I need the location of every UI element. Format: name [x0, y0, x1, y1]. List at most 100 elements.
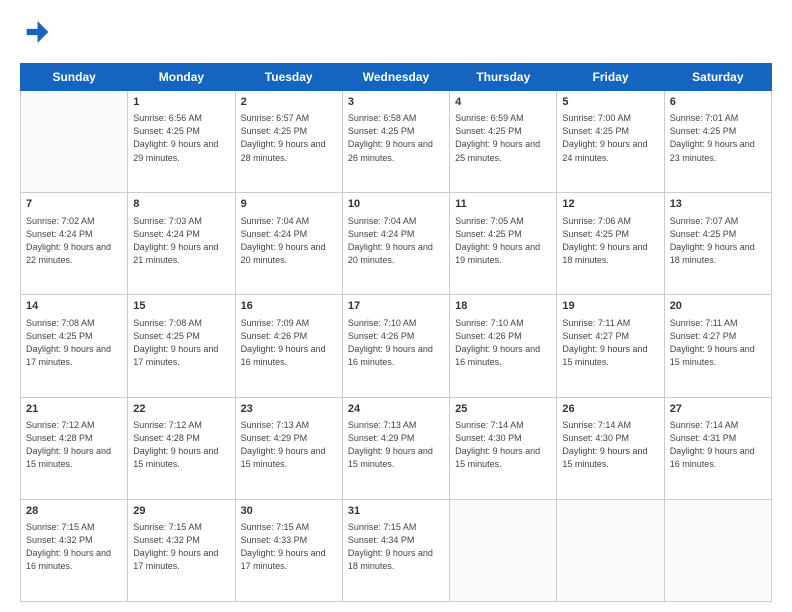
- cell-info: Sunrise: 7:13 AMSunset: 4:29 PMDaylight:…: [241, 419, 337, 471]
- day-number: 11: [455, 197, 551, 212]
- cell-info: Sunrise: 7:13 AMSunset: 4:29 PMDaylight:…: [348, 419, 444, 471]
- calendar-cell: 30 Sunrise: 7:15 AMSunset: 4:33 PMDayligh…: [235, 499, 342, 601]
- cell-info: Sunrise: 7:08 AMSunset: 4:25 PMDaylight:…: [26, 317, 122, 369]
- cell-info: Sunrise: 7:15 AMSunset: 4:32 PMDaylight:…: [133, 521, 229, 573]
- cell-info: Sunrise: 7:12 AMSunset: 4:28 PMDaylight:…: [26, 419, 122, 471]
- week-row-3: 21 Sunrise: 7:12 AMSunset: 4:28 PMDayligh…: [21, 397, 772, 499]
- page: SundayMondayTuesdayWednesdayThursdayFrid…: [0, 0, 792, 612]
- logo-icon: [22, 18, 50, 46]
- cell-info: Sunrise: 6:59 AMSunset: 4:25 PMDaylight:…: [455, 112, 551, 164]
- cell-info: Sunrise: 7:07 AMSunset: 4:25 PMDaylight:…: [670, 215, 766, 267]
- day-number: 20: [670, 299, 766, 314]
- cell-info: Sunrise: 6:57 AMSunset: 4:25 PMDaylight:…: [241, 112, 337, 164]
- day-number: 19: [562, 299, 658, 314]
- cell-info: Sunrise: 7:04 AMSunset: 4:24 PMDaylight:…: [241, 215, 337, 267]
- day-header-row: SundayMondayTuesdayWednesdayThursdayFrid…: [21, 64, 772, 91]
- calendar-cell: 5 Sunrise: 7:00 AMSunset: 4:25 PMDaylight…: [557, 91, 664, 193]
- day-number: 21: [26, 402, 122, 417]
- calendar-cell: 10 Sunrise: 7:04 AMSunset: 4:24 PMDayligh…: [342, 193, 449, 295]
- calendar-cell: [450, 499, 557, 601]
- cell-info: Sunrise: 7:14 AMSunset: 4:30 PMDaylight:…: [562, 419, 658, 471]
- calendar-cell: 13 Sunrise: 7:07 AMSunset: 4:25 PMDayligh…: [664, 193, 771, 295]
- day-number: 31: [348, 504, 444, 519]
- cell-info: Sunrise: 7:14 AMSunset: 4:31 PMDaylight:…: [670, 419, 766, 471]
- calendar-cell: [557, 499, 664, 601]
- day-number: 14: [26, 299, 122, 314]
- cell-info: Sunrise: 7:15 AMSunset: 4:33 PMDaylight:…: [241, 521, 337, 573]
- calendar-table: SundayMondayTuesdayWednesdayThursdayFrid…: [20, 63, 772, 602]
- col-header-monday: Monday: [128, 64, 235, 91]
- day-number: 15: [133, 299, 229, 314]
- week-row-1: 7Sunrise: 7:02 AMSunset: 4:24 PMDaylight…: [21, 193, 772, 295]
- cell-info: Sunrise: 7:12 AMSunset: 4:28 PMDaylight:…: [133, 419, 229, 471]
- calendar-cell: 2 Sunrise: 6:57 AMSunset: 4:25 PMDaylight…: [235, 91, 342, 193]
- calendar-cell: 22 Sunrise: 7:12 AMSunset: 4:28 PMDayligh…: [128, 397, 235, 499]
- day-number: 5: [562, 95, 658, 110]
- cell-info: Sunrise: 7:01 AMSunset: 4:25 PMDaylight:…: [670, 112, 766, 164]
- day-number: 25: [455, 402, 551, 417]
- cell-info: Sunrise: 7:10 AMSunset: 4:26 PMDaylight:…: [348, 317, 444, 369]
- calendar-cell: 1Sunrise: 6:56 AMSunset: 4:25 PMDaylight…: [128, 91, 235, 193]
- calendar-cell: [664, 499, 771, 601]
- calendar-cell: 14 Sunrise: 7:08 AMSunset: 4:25 PMDayligh…: [21, 295, 128, 397]
- week-row-2: 14 Sunrise: 7:08 AMSunset: 4:25 PMDayligh…: [21, 295, 772, 397]
- day-number: 24: [348, 402, 444, 417]
- cell-info: Sunrise: 7:04 AMSunset: 4:24 PMDaylight:…: [348, 215, 444, 267]
- cell-info: Sunrise: 7:14 AMSunset: 4:30 PMDaylight:…: [455, 419, 551, 471]
- calendar-cell: 25 Sunrise: 7:14 AMSunset: 4:30 PMDayligh…: [450, 397, 557, 499]
- day-number: 23: [241, 402, 337, 417]
- calendar-cell: 8 Sunrise: 7:03 AMSunset: 4:24 PMDaylight…: [128, 193, 235, 295]
- day-number: 8: [133, 197, 229, 212]
- cell-info: Sunrise: 7:03 AMSunset: 4:24 PMDaylight:…: [133, 215, 229, 267]
- week-row-0: 1Sunrise: 6:56 AMSunset: 4:25 PMDaylight…: [21, 91, 772, 193]
- calendar-cell: 19 Sunrise: 7:11 AMSunset: 4:27 PMDayligh…: [557, 295, 664, 397]
- calendar-cell: 27Sunrise: 7:14 AMSunset: 4:31 PMDayligh…: [664, 397, 771, 499]
- cell-info: Sunrise: 7:08 AMSunset: 4:25 PMDaylight:…: [133, 317, 229, 369]
- day-number: 6: [670, 95, 766, 110]
- calendar-cell: 24 Sunrise: 7:13 AMSunset: 4:29 PMDayligh…: [342, 397, 449, 499]
- logo: [20, 18, 54, 51]
- calendar-cell: 16 Sunrise: 7:09 AMSunset: 4:26 PMDayligh…: [235, 295, 342, 397]
- calendar-cell: 26Sunrise: 7:14 AMSunset: 4:30 PMDayligh…: [557, 397, 664, 499]
- cell-info: Sunrise: 7:10 AMSunset: 4:26 PMDaylight:…: [455, 317, 551, 369]
- calendar-cell: 7Sunrise: 7:02 AMSunset: 4:24 PMDaylight…: [21, 193, 128, 295]
- cell-info: Sunrise: 7:11 AMSunset: 4:27 PMDaylight:…: [562, 317, 658, 369]
- day-number: 22: [133, 402, 229, 417]
- calendar-cell: 3 Sunrise: 6:58 AMSunset: 4:25 PMDaylight…: [342, 91, 449, 193]
- calendar-cell: 20Sunrise: 7:11 AMSunset: 4:27 PMDayligh…: [664, 295, 771, 397]
- day-number: 2: [241, 95, 337, 110]
- cell-info: Sunrise: 6:56 AMSunset: 4:25 PMDaylight:…: [133, 112, 229, 164]
- day-number: 9: [241, 197, 337, 212]
- cell-info: Sunrise: 7:09 AMSunset: 4:26 PMDaylight:…: [241, 317, 337, 369]
- col-header-friday: Friday: [557, 64, 664, 91]
- cell-info: Sunrise: 6:58 AMSunset: 4:25 PMDaylight:…: [348, 112, 444, 164]
- calendar-cell: 23 Sunrise: 7:13 AMSunset: 4:29 PMDayligh…: [235, 397, 342, 499]
- calendar-cell: 29 Sunrise: 7:15 AMSunset: 4:32 PMDayligh…: [128, 499, 235, 601]
- day-number: 29: [133, 504, 229, 519]
- cell-info: Sunrise: 7:15 AMSunset: 4:34 PMDaylight:…: [348, 521, 444, 573]
- calendar-cell: 17 Sunrise: 7:10 AMSunset: 4:26 PMDayligh…: [342, 295, 449, 397]
- day-number: 4: [455, 95, 551, 110]
- cell-info: Sunrise: 7:02 AMSunset: 4:24 PMDaylight:…: [26, 215, 122, 267]
- calendar-cell: 21 Sunrise: 7:12 AMSunset: 4:28 PMDayligh…: [21, 397, 128, 499]
- day-number: 28: [26, 504, 122, 519]
- col-header-tuesday: Tuesday: [235, 64, 342, 91]
- calendar-cell: 9 Sunrise: 7:04 AMSunset: 4:24 PMDaylight…: [235, 193, 342, 295]
- day-number: 16: [241, 299, 337, 314]
- week-row-4: 28 Sunrise: 7:15 AMSunset: 4:32 PMDayligh…: [21, 499, 772, 601]
- col-header-saturday: Saturday: [664, 64, 771, 91]
- calendar-cell: 31 Sunrise: 7:15 AMSunset: 4:34 PMDayligh…: [342, 499, 449, 601]
- header: [20, 18, 772, 51]
- calendar-cell: 18Sunrise: 7:10 AMSunset: 4:26 PMDayligh…: [450, 295, 557, 397]
- day-number: 3: [348, 95, 444, 110]
- cell-info: Sunrise: 7:05 AMSunset: 4:25 PMDaylight:…: [455, 215, 551, 267]
- day-number: 17: [348, 299, 444, 314]
- calendar-cell: [21, 91, 128, 193]
- day-number: 13: [670, 197, 766, 212]
- col-header-thursday: Thursday: [450, 64, 557, 91]
- col-header-sunday: Sunday: [21, 64, 128, 91]
- cell-info: Sunrise: 7:15 AMSunset: 4:32 PMDaylight:…: [26, 521, 122, 573]
- day-number: 10: [348, 197, 444, 212]
- cell-info: Sunrise: 7:00 AMSunset: 4:25 PMDaylight:…: [562, 112, 658, 164]
- day-number: 30: [241, 504, 337, 519]
